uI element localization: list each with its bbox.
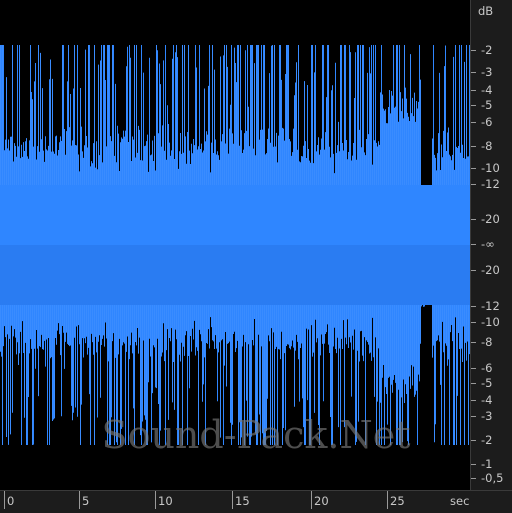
db-tick xyxy=(471,184,476,185)
time-tick xyxy=(232,491,233,509)
db-label: -12 xyxy=(481,177,500,191)
db-label: -20 xyxy=(481,263,500,277)
db-label: -10 xyxy=(481,161,500,175)
time-label: 25 xyxy=(390,494,405,508)
waveform-body-top xyxy=(0,185,470,245)
waveform-body-bottom xyxy=(0,245,470,305)
time-ruler: 0 5 10 15 20 25 sec xyxy=(0,490,512,513)
db-tick xyxy=(471,306,476,307)
db-tick xyxy=(471,368,476,369)
time-tick xyxy=(79,491,80,509)
db-tick xyxy=(471,400,476,401)
db-label: -4 xyxy=(481,83,493,97)
db-label: -8 xyxy=(481,335,493,349)
time-label: 0 xyxy=(7,494,15,508)
db-tick xyxy=(471,478,476,479)
time-label: 10 xyxy=(158,494,173,508)
db-tick xyxy=(471,122,476,123)
db-tick xyxy=(471,219,476,220)
db-label: -3 xyxy=(481,65,493,79)
db-label: -8 xyxy=(481,139,493,153)
time-label: 20 xyxy=(314,494,329,508)
time-unit-label: sec xyxy=(450,494,470,508)
db-tick xyxy=(471,146,476,147)
time-tick xyxy=(155,491,156,509)
time-label: 15 xyxy=(235,494,250,508)
waveform-editor[interactable]: dB -2 -3 -4 -5 -6 -8 -10 -12 -20 -∞ -20 -12 -10 -8 -6-… xyxy=(0,0,512,513)
db-label: -4 xyxy=(481,393,493,407)
db-unit-label: dB xyxy=(478,4,494,18)
db-label: -5 xyxy=(481,98,493,112)
db-label: -1 xyxy=(481,457,493,471)
watermark-text: Sound-Pack.Net xyxy=(101,413,411,457)
db-tick xyxy=(471,105,476,106)
db-label: -20 xyxy=(481,212,500,226)
time-tick xyxy=(387,491,388,509)
time-label: 5 xyxy=(82,494,90,508)
db-label: -0,5 xyxy=(481,471,504,485)
db-tick xyxy=(471,50,476,51)
db-label: -∞ xyxy=(481,237,495,251)
db-label: -12 xyxy=(481,299,500,313)
db-tick xyxy=(471,168,476,169)
db-tick xyxy=(471,342,476,343)
db-tick xyxy=(471,464,476,465)
db-label: -6 xyxy=(481,361,493,375)
db-tick xyxy=(471,90,476,91)
db-label: -10 xyxy=(481,315,500,329)
db-tick xyxy=(471,383,476,384)
time-tick xyxy=(311,491,312,509)
db-tick xyxy=(471,322,476,323)
db-label: -5 xyxy=(481,376,493,390)
db-tick xyxy=(471,244,476,245)
db-tick xyxy=(471,72,476,73)
db-label: -2 xyxy=(481,43,493,57)
db-label: -6 xyxy=(481,115,493,129)
time-tick xyxy=(4,491,5,509)
db-tick xyxy=(471,270,476,271)
